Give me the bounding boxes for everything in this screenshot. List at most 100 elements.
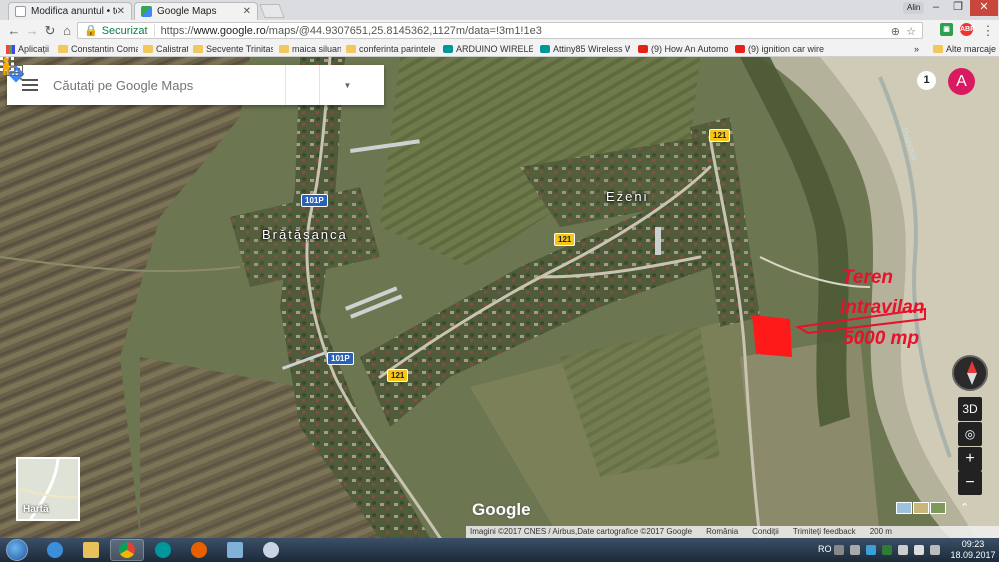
input-tools-button[interactable]: ▼ [7, 65, 375, 105]
clock-time: 09:23 [961, 539, 985, 549]
tray-icon[interactable] [882, 545, 892, 555]
place-label[interactable]: Brătășanca [262, 227, 348, 242]
tab-title: Google Maps [157, 6, 217, 17]
network-icon[interactable] [898, 545, 908, 555]
notifications-badge[interactable]: 1 [917, 71, 936, 90]
zoom-in-button[interactable]: + [958, 447, 982, 471]
zoom-out-button[interactable]: − [958, 471, 982, 495]
road-shield: 101P [301, 194, 328, 207]
start-button[interactable] [6, 539, 28, 561]
folder-icon [143, 45, 153, 53]
paint-icon[interactable] [254, 539, 288, 561]
back-button[interactable]: ← [6, 23, 22, 39]
secure-label: Securizat [101, 24, 148, 37]
reload-button[interactable]: ↻ [42, 23, 58, 39]
search-input[interactable] [53, 77, 249, 93]
directions-icon[interactable] [7, 65, 319, 105]
menu-icon[interactable]: ⋮ [980, 23, 996, 39]
volume-icon[interactable] [914, 545, 924, 555]
bookmark-item[interactable]: Attiny85 Wireless We [540, 42, 630, 56]
home-button[interactable]: ⌂ [59, 23, 75, 39]
bookmark-item[interactable]: Calistrat [143, 42, 188, 56]
window-close-button[interactable]: ✕ [970, 0, 998, 16]
terms-link[interactable]: Condiții [752, 526, 779, 538]
ie-icon[interactable] [38, 539, 72, 561]
browser-titlebar: Modifica anuntul • teren ✕ Google Maps ✕… [0, 0, 999, 20]
new-tab-button[interactable] [259, 4, 285, 18]
map-layer-switcher[interactable]: Hartă [16, 457, 80, 521]
bookmark-item[interactable]: ARDUINO WIRELESS I [443, 42, 533, 56]
annotation-line: intravilan [840, 297, 925, 318]
bookmark-item[interactable]: (9) ignition car wire - [735, 42, 825, 56]
bookmark-apps[interactable]: Aplicații [6, 42, 49, 56]
chevron-down-icon[interactable]: ▼ [344, 81, 352, 90]
tray-icon[interactable] [866, 545, 876, 555]
pegman-icon[interactable] [0, 57, 12, 75]
imagery-thumb[interactable] [930, 502, 946, 514]
tab-title: Modifica anuntul • teren [31, 6, 117, 17]
arduino-icon[interactable] [146, 539, 180, 561]
tab-google-maps[interactable]: Google Maps ✕ [134, 2, 258, 20]
battery-icon[interactable] [930, 545, 940, 555]
folder-icon [193, 45, 203, 53]
search-icon[interactable] [7, 65, 285, 105]
windows-taskbar: RO 09:23 18.09.2017 [0, 538, 999, 562]
apps-grid-icon [6, 44, 15, 54]
system-clock[interactable]: 09:23 18.09.2017 [950, 539, 996, 561]
imagery-strip[interactable] [896, 502, 946, 514]
folder-icon [58, 45, 68, 53]
tray-icon[interactable] [834, 545, 844, 555]
avatar[interactable]: A [948, 68, 975, 95]
satellite-map[interactable]: ▼ 1 A Brătășanca Ezeni Prahova 121 121 1… [0, 57, 999, 538]
close-icon[interactable]: ✕ [117, 6, 125, 17]
imagery-thumb[interactable] [896, 502, 912, 514]
bookmark-item[interactable]: maica siluana [279, 42, 341, 56]
road-shield: 121 [554, 233, 576, 246]
feedback-link[interactable]: Trimiteți feedback [793, 526, 856, 538]
compass-icon[interactable] [952, 355, 988, 391]
bookmark-item[interactable]: Secvente Trinitas 1 [193, 42, 273, 56]
annotation-line: Teren [842, 267, 894, 288]
road-shield: 121 [387, 369, 409, 382]
youtube-icon [735, 45, 745, 53]
plot-marker [752, 315, 792, 357]
address-bar[interactable]: 🔒 Securizat https://www.google.ro/maps/@… [77, 22, 923, 39]
bookmark-other[interactable]: Alte marcaje [933, 42, 996, 56]
adblock-icon[interactable]: ABP [960, 23, 975, 36]
country-link[interactable]: România [706, 526, 738, 538]
star-icon[interactable]: ☆ [906, 25, 916, 38]
expand-icon[interactable]: ⌃ [960, 501, 969, 514]
bookmark-item[interactable]: Constantin Coman [58, 42, 138, 56]
youtube-icon [638, 45, 648, 53]
imagery-thumb[interactable] [913, 502, 929, 514]
url-text: https://www.google.ro/maps/@44.9307651,2… [160, 24, 542, 37]
clock-date: 18.09.2017 [950, 550, 996, 560]
place-label[interactable]: Ezeni [606, 189, 649, 204]
tray-icon[interactable] [850, 545, 860, 555]
tilt-3d-button[interactable]: 3D [958, 397, 982, 421]
my-location-icon[interactable]: ◎ [958, 422, 982, 446]
profile-chip[interactable]: Alin [903, 2, 925, 14]
firefox-icon[interactable] [182, 539, 216, 561]
road-shield: 121 [709, 129, 731, 142]
folder-icon [346, 45, 356, 53]
bookmark-item[interactable]: conferinta parintele (u [346, 42, 436, 56]
scale-bar[interactable]: 200 m [870, 526, 892, 538]
bookmark-item[interactable]: (9) How An Automoti [638, 42, 728, 56]
window-icon[interactable] [218, 539, 252, 561]
close-icon[interactable]: ✕ [243, 6, 251, 17]
language-indicator[interactable]: RO [818, 544, 832, 554]
location-icon[interactable]: ⊕ [891, 25, 900, 38]
folder-icon [933, 45, 943, 53]
extension-icon[interactable]: ▣ [940, 23, 953, 36]
minimize-button[interactable]: – [925, 0, 947, 16]
explorer-icon[interactable] [74, 539, 108, 561]
maximize-button[interactable]: ❐ [947, 0, 969, 16]
chrome-icon[interactable] [110, 539, 144, 561]
google-logo: Google [472, 500, 531, 519]
forward-button[interactable]: → [24, 23, 40, 39]
secure-indicator[interactable]: 🔒 Securizat [78, 24, 155, 37]
bookmarks-overflow-button[interactable]: » [914, 42, 919, 56]
tab-olx[interactable]: Modifica anuntul • teren ✕ [8, 2, 132, 20]
bookmarks-bar: Aplicații Constantin Coman Calistrat Sec… [0, 41, 999, 57]
